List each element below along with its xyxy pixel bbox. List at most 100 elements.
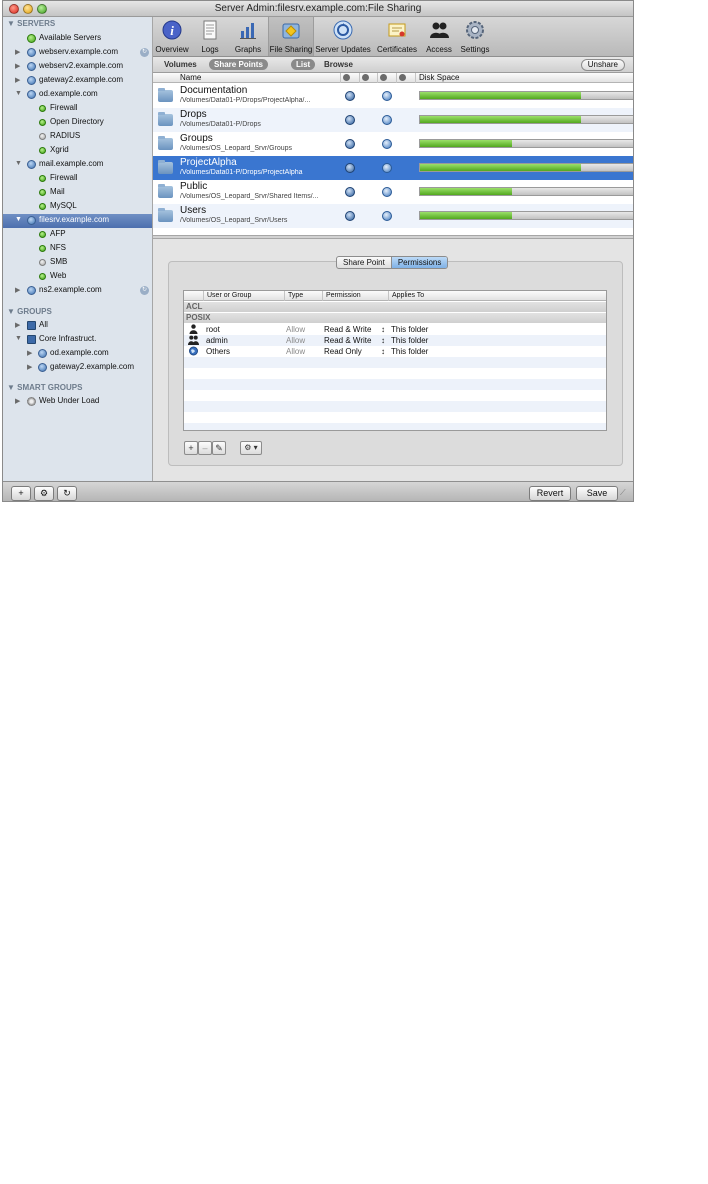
sidebar-item-web-under-load[interactable]: ▶ Web Under Load bbox=[3, 395, 152, 409]
disclosure-triangle-icon[interactable]: ▼ bbox=[15, 216, 22, 223]
add-permission-button[interactable]: + bbox=[184, 441, 198, 455]
sidebar-item-mysql[interactable]: MySQL bbox=[3, 200, 152, 214]
sidebar-item-nfs[interactable]: NFS bbox=[3, 242, 152, 256]
column-header-name[interactable]: Name bbox=[177, 73, 340, 83]
share-point-row-selected[interactable]: ProjectAlpha /Volumes/Data01-P/Drops/Pro… bbox=[153, 156, 633, 180]
toolbar-graphs-button[interactable]: Graphs bbox=[229, 17, 267, 56]
revert-button[interactable]: Revert bbox=[529, 486, 571, 501]
permission-row[interactable]: Others Allow Read Only ↕ This folder bbox=[184, 346, 606, 357]
sidebar-item-ns2[interactable]: ▶ ns2.example.com ↻ bbox=[3, 284, 152, 298]
column-header-permission[interactable]: Permission bbox=[322, 291, 386, 301]
column-header-type[interactable]: Type bbox=[284, 291, 320, 301]
disclosure-triangle-icon[interactable]: ▼ bbox=[7, 19, 17, 28]
column-header-user-or-group[interactable]: User or Group bbox=[203, 291, 282, 301]
browse-tab[interactable]: Browse bbox=[319, 59, 358, 70]
disclosure-triangle-icon[interactable]: ▼ bbox=[15, 160, 22, 167]
disclosure-triangle-icon[interactable]: ▶ bbox=[15, 62, 20, 70]
unshare-button[interactable]: Unshare bbox=[580, 59, 625, 71]
share-point-name: Documentation bbox=[180, 85, 248, 96]
column-header-disk-space[interactable]: Disk Space bbox=[415, 73, 619, 83]
sidebar-item-open-directory[interactable]: Open Directory bbox=[3, 116, 152, 130]
toolbar-overview-button[interactable]: i Overview bbox=[153, 17, 191, 56]
share-point-row[interactable]: Drops /Volumes/Data01-P/Drops bbox=[153, 108, 633, 132]
sidebar-item-label: Web bbox=[50, 271, 67, 280]
acl-section-header: ACL bbox=[184, 302, 606, 312]
sidebar-item-group-od[interactable]: ▶ od.example.com bbox=[3, 347, 152, 361]
sidebar-item-filesrv[interactable]: ▼ filesrv.example.com bbox=[3, 214, 152, 228]
sidebar-item-mail-firewall[interactable]: Firewall bbox=[3, 172, 152, 186]
sidebar-item-gateway2[interactable]: ▶ gateway2.example.com bbox=[3, 74, 152, 88]
remove-permission-button[interactable]: – bbox=[198, 441, 212, 455]
service-running-icon bbox=[39, 147, 46, 154]
disclosure-triangle-icon[interactable]: ▼ bbox=[15, 90, 22, 97]
sidebar-item-group-gateway2[interactable]: ▶ gateway2.example.com bbox=[3, 361, 152, 375]
sidebar-item-web[interactable]: Web bbox=[3, 270, 152, 284]
popup-arrows-icon[interactable]: ↕ bbox=[381, 335, 385, 346]
disclosure-triangle-icon[interactable]: ▼ bbox=[7, 383, 17, 392]
share-point-row[interactable]: Users /Volumes/OS_Leopard_Srvr/Users bbox=[153, 204, 633, 228]
share-point-path: /Volumes/Data01-P/Drops/ProjectAlpha/... bbox=[180, 97, 311, 104]
column-header-spotlight[interactable] bbox=[377, 73, 391, 83]
toolbar-label: Certificates bbox=[376, 45, 417, 54]
volumes-tab[interactable]: Volumes bbox=[159, 59, 202, 70]
column-header-ftp[interactable] bbox=[359, 73, 373, 83]
sidebar-item-mail-server[interactable]: ▼ mail.example.com bbox=[3, 158, 152, 172]
add-server-button[interactable]: + bbox=[11, 486, 31, 501]
edit-pencil-icon[interactable]: ✎ bbox=[212, 441, 226, 455]
column-header-afp[interactable] bbox=[340, 73, 354, 83]
globe-icon bbox=[345, 91, 355, 101]
popup-arrows-icon[interactable]: ↕ bbox=[381, 324, 385, 335]
sidebar-item-webserv[interactable]: ▶ webserv.example.com ↻ bbox=[3, 46, 152, 60]
sidebar-item-radius[interactable]: RADIUS bbox=[3, 130, 152, 144]
popup-arrows-icon[interactable]: ↕ bbox=[381, 346, 385, 357]
permission-popup[interactable]: Read & Write bbox=[324, 324, 371, 335]
share-point-row[interactable]: Documentation /Volumes/Data01-P/Drops/Pr… bbox=[153, 84, 633, 108]
sidebar-item-xgrid[interactable]: Xgrid bbox=[3, 144, 152, 158]
permission-row[interactable]: admin Allow Read & Write ↕ This folder bbox=[184, 335, 606, 346]
column-header-applies-to[interactable]: Applies To bbox=[388, 291, 606, 301]
share-point-row[interactable]: Groups /Volumes/OS_Leopard_Srvr/Groups bbox=[153, 132, 633, 156]
resize-grip-icon[interactable]: ⟋ bbox=[620, 488, 630, 498]
list-tab[interactable]: List bbox=[291, 59, 316, 70]
disclosure-triangle-icon[interactable]: ▼ bbox=[7, 307, 17, 316]
service-stopped-icon bbox=[39, 259, 46, 266]
sidebar-item-core-infrastruct[interactable]: ▼ Core Infrastruct. bbox=[3, 333, 152, 347]
disclosure-triangle-icon[interactable]: ▶ bbox=[15, 48, 20, 56]
disclosure-triangle-icon[interactable]: ▶ bbox=[15, 397, 20, 405]
column-header-timemachine[interactable] bbox=[396, 73, 410, 83]
toolbar-access-button[interactable]: Access bbox=[423, 17, 455, 56]
disclosure-triangle-icon[interactable]: ▶ bbox=[15, 76, 20, 84]
sidebar-item-available-servers[interactable]: Available Servers bbox=[3, 32, 152, 46]
disclosure-triangle-icon[interactable]: ▶ bbox=[15, 321, 20, 329]
share-point-row[interactable]: Public /Volumes/OS_Leopard_Srvr/Shared I… bbox=[153, 180, 633, 204]
globe-icon bbox=[345, 115, 355, 125]
action-gear-button[interactable]: ⚙ bbox=[34, 486, 54, 501]
tab-share-point[interactable]: Share Point bbox=[337, 257, 391, 268]
server-icon bbox=[27, 90, 36, 99]
sidebar-item-mail[interactable]: Mail bbox=[3, 186, 152, 200]
share-points-tab[interactable]: Share Points bbox=[209, 59, 268, 70]
save-button[interactable]: Save bbox=[576, 486, 618, 501]
disclosure-triangle-icon[interactable]: ▶ bbox=[15, 286, 20, 294]
sidebar-item-afp[interactable]: AFP bbox=[3, 228, 152, 242]
sidebar-item-smb[interactable]: SMB bbox=[3, 256, 152, 270]
action-gear-button[interactable]: ⚙ ▾ bbox=[240, 441, 262, 455]
toolbar-settings-button[interactable]: Settings bbox=[457, 17, 493, 56]
sidebar-item-label: mail.example.com bbox=[39, 159, 104, 168]
refresh-button[interactable]: ↻ bbox=[57, 486, 77, 501]
toolbar-server-updates-button[interactable]: Server Updates bbox=[315, 17, 371, 56]
permission-popup[interactable]: Read Only bbox=[324, 346, 362, 357]
permission-row[interactable]: root Allow Read & Write ↕ This folder bbox=[184, 324, 606, 335]
toolbar-logs-button[interactable]: Logs bbox=[193, 17, 227, 56]
tab-permissions[interactable]: Permissions bbox=[390, 257, 448, 268]
sidebar-item-all[interactable]: ▶ All bbox=[3, 319, 152, 333]
sidebar-item-webserv2[interactable]: ▶ webserv2.example.com bbox=[3, 60, 152, 74]
toolbar-file-sharing-button[interactable]: File Sharing bbox=[268, 17, 314, 56]
sidebar-item-od[interactable]: ▼ od.example.com bbox=[3, 88, 152, 102]
disclosure-triangle-icon[interactable]: ▶ bbox=[27, 349, 32, 357]
disclosure-triangle-icon[interactable]: ▼ bbox=[15, 335, 22, 342]
disclosure-triangle-icon[interactable]: ▶ bbox=[27, 363, 32, 371]
sidebar-item-od-firewall[interactable]: Firewall bbox=[3, 102, 152, 116]
permission-popup[interactable]: Read & Write bbox=[324, 335, 371, 346]
toolbar-certificates-button[interactable]: Certificates bbox=[373, 17, 421, 56]
